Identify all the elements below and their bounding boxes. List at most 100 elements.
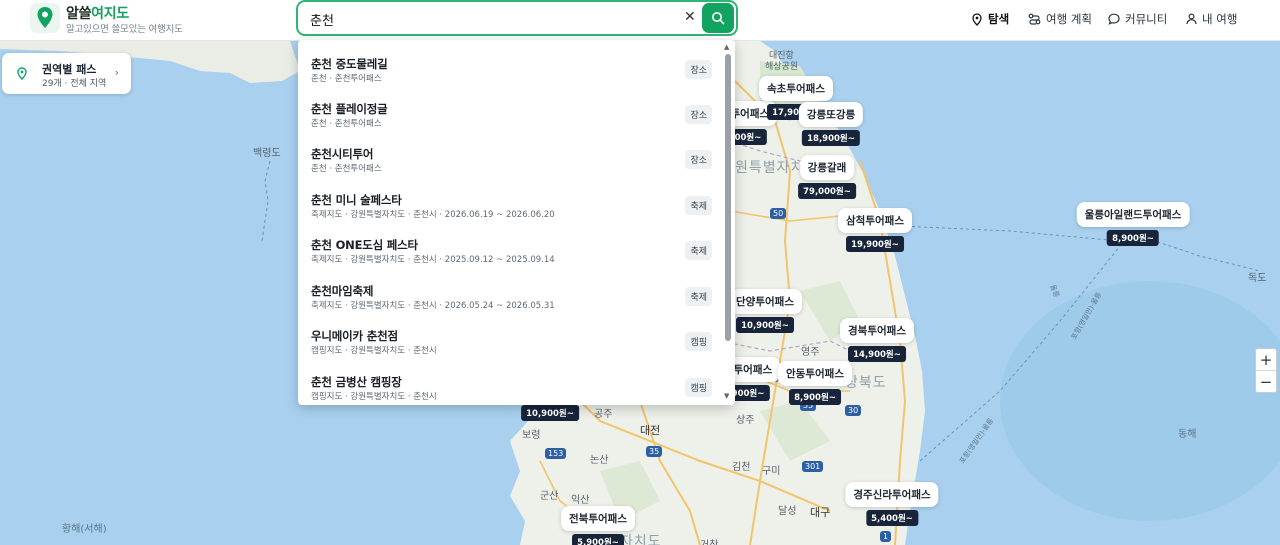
place-label: 공주 [594,409,613,420]
nav-community-label: 커뮤니티 [1125,12,1168,26]
place-label: 해상공원 [765,62,799,72]
place-label: 김천 [732,462,751,473]
search-input[interactable] [310,9,670,29]
suggestion-item[interactable]: 춘천 금병산 캠핑장 캠핑지도 · 강원특별자치도 · 춘천시 캠핑 [298,358,726,403]
place-label: 대전 [640,424,661,437]
nav-trip-plan-label: 여행 계획 [1046,12,1092,26]
suggestion-subtitle: 춘천 · 춘천투어패스 [311,74,382,84]
brand-tagline: 알고있으면 쓸모있는 여행지도 [66,24,183,35]
map-marker[interactable]: 울릉아일랜드투어패스 8,900원~ [1076,202,1190,246]
suggestion-item[interactable]: 춘천 미니 술페스타 축제지도 · 강원특별자치도 · 춘천시 · 2026.0… [298,176,726,221]
marker-name: 안동투어패스 [778,361,852,386]
suggestion-item[interactable]: 춘천 ONE도심 페스타 축제지도 · 강원특별자치도 · 춘천시 · 2025… [298,221,726,266]
suggestion-tag: 캠핑 [685,378,712,397]
scroll-down-arrow-icon[interactable]: ▼ [724,392,729,400]
suggestion-subtitle: 축제지도 · 강원특별자치도 · 춘천시 · 2026.05.24 ~ 2026… [311,301,555,311]
zoom-out-button[interactable]: − [1256,371,1276,392]
pin-icon [17,67,27,80]
suggestion-tag: 장소 [685,105,712,124]
place-label: 동해 [1178,429,1197,440]
search-button[interactable] [702,3,734,33]
suggestion-item[interactable]: 춘천 플레이정글 춘천 · 춘천투어패스 장소 [298,85,726,130]
marker-name: 경북투어패스 [840,318,914,343]
place-label: 백령도 [253,148,281,159]
marker-name: 단양투어패스 [728,289,802,314]
suggestion-title: 춘천 미니 술페스타 [311,193,402,207]
suggestion-title: 춘천 중도물레길 [311,57,388,71]
place-label: 익산 [571,495,590,506]
zoom-in-button[interactable]: + [1256,349,1276,370]
suggestion-tag: 축제 [685,241,712,260]
marker-name: 강릉또강릉 [798,102,864,127]
route-shield: 35 [646,446,663,457]
marker-name: 전북투어패스 [561,506,635,531]
suggestion-item[interactable]: 춘천시티투어 춘천 · 춘천투어패스 장소 [298,130,726,175]
place-label: 거창 [700,536,718,545]
region-card-subtitle: 29개 · 전체 지역 [42,79,107,89]
map-marker[interactable]: 안동투어패스 8,900원~ [778,361,852,405]
suggestion-subtitle: 캠핑지도 · 강원특별자치도 · 춘천시 [311,346,437,356]
route-shield: 153 [545,448,567,459]
map-marker[interactable]: 강릉또강릉 18,900원~ [798,102,864,146]
nav-explore-label: 탐색 [988,12,1010,26]
nav-trip-plan[interactable]: 여행 계획 [1028,11,1092,27]
suggestion-title: 춘천마임축제 [311,284,374,298]
marker-price: 8,900원~ [1107,230,1159,246]
nav-community[interactable]: 커뮤니티 [1108,11,1167,27]
marker-price: 10,900원~ [521,405,579,421]
clear-search-icon[interactable]: ✕ [684,9,696,25]
marker-name: 경주신라투어패스 [845,482,939,507]
route-shield: 50 [770,208,787,219]
map-marker[interactable]: 강릉갈래 79,000원~ [798,155,856,199]
region-pass-card[interactable]: 권역별 패스 29개 · 전체 지역 › [2,53,131,94]
marker-name: 삼척투어패스 [838,208,912,233]
map-marker[interactable]: 전북투어패스 5,900원~ [561,506,635,545]
top-header: 알쓸여지도 알고있으면 쓸모있는 여행지도 ✕ 탐색 여행 계획 커뮤니티 내 … [0,0,1280,41]
place-label: 황해(서해) [62,524,107,535]
logo-icon[interactable] [30,3,60,33]
suggestion-item[interactable]: 춘천 중도물레길 춘천 · 춘천투어패스 장소 [298,40,726,85]
suggestion-item[interactable]: 우니메이카 춘천점 캠핑지도 · 강원특별자치도 · 춘천시 캠핑 [298,312,726,357]
scrollbar-thumb[interactable] [725,54,731,341]
marker-price: 5,400원~ [866,510,918,526]
place-label: 영주 [801,347,820,358]
marker-price: 79,000원~ [798,183,856,199]
route-icon [1028,13,1041,25]
suggestion-subtitle: 캠핑지도 · 강원특별자치도 · 춘천시 [311,392,437,402]
brand-name-part1: 알쓸 [66,6,92,22]
map-marker[interactable]: 경주신라투어패스 5,400원~ [845,482,939,526]
suggestion-tag: 캠핑 [685,332,712,351]
marker-price: 18,900원~ [802,130,860,146]
suggestion-title: 춘천 플레이정글 [311,102,388,116]
nav-my-trip-label: 내 여행 [1202,12,1238,26]
region-card-title: 권역별 패스 [42,63,97,76]
place-label: 대구 [810,506,831,519]
nav-my-trip[interactable]: 내 여행 [1186,11,1237,27]
zoom-control: + − [1255,348,1277,393]
marker-price: 19,900원~ [846,236,904,252]
suggestion-subtitle: 축제지도 · 강원특별자치도 · 춘천시 · 2026.06.19 ~ 2026… [311,210,555,220]
map-marker[interactable]: 삼척투어패스 19,900원~ [838,208,912,252]
nav-explore[interactable]: 탐색 [971,11,1009,27]
brand-name[interactable]: 알쓸여지도 [66,3,129,23]
user-icon [1186,13,1197,25]
route-shield: 1 [880,531,892,542]
search-icon [712,12,725,25]
map-marker[interactable]: 단양투어패스 10,900원~ [728,289,802,333]
pin-icon [972,12,982,26]
place-label: 상주 [736,415,755,426]
route-shield: 30 [845,405,862,416]
suggestion-tag: 장소 [685,60,712,79]
place-label: 논산 [590,455,609,466]
search-bar: ✕ [296,0,738,36]
suggestion-subtitle: 춘천 · 춘천투어패스 [311,164,382,174]
map-marker[interactable]: 경북투어패스 14,900원~ [840,318,914,362]
search-suggestions: 춘천 중도물레길 춘천 · 춘천투어패스 장소 춘천 플레이정글 춘천 · 춘천… [298,40,735,405]
suggestion-title: 춘천 금병산 캠핑장 [311,375,402,389]
route-shield: 301 [802,461,824,472]
suggestion-item[interactable]: 춘천마임축제 축제지도 · 강원특별자치도 · 춘천시 · 2026.05.24… [298,267,726,312]
brand-name-part2: 여지도 [91,6,129,22]
suggestion-tag: 축제 [685,196,712,215]
place-label: 달성 [778,506,797,517]
marker-price: 14,900원~ [848,346,906,362]
